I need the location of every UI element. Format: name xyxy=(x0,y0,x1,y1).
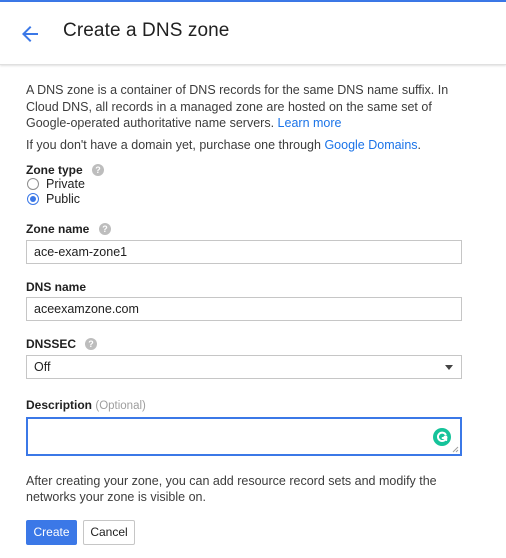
caret-down-icon xyxy=(445,365,453,370)
domains-note: If you don't have a domain yet, purchase… xyxy=(26,137,466,153)
radio-private-label: Private xyxy=(46,177,85,191)
dns-name-label-row: DNS name xyxy=(26,280,86,294)
zone-name-label-row: Zone name ? xyxy=(26,222,111,236)
page-title: Create a DNS zone xyxy=(63,20,230,41)
zone-name-input[interactable]: ace-exam-zone1 xyxy=(26,240,462,264)
dns-name-label: DNS name xyxy=(26,280,87,294)
svg-text:?: ? xyxy=(95,165,101,175)
resize-handle-icon[interactable] xyxy=(452,446,459,453)
footnote-text: After creating your zone, you can add re… xyxy=(26,474,437,504)
dnssec-label-row: DNSSEC ? xyxy=(26,337,98,351)
intro-description: A DNS zone is a container of DNS records… xyxy=(26,83,449,130)
cancel-button[interactable]: Cancel xyxy=(83,520,135,545)
svg-text:?: ? xyxy=(89,339,95,349)
create-button[interactable]: Create xyxy=(26,520,77,545)
arrow-left-icon[interactable] xyxy=(18,22,42,46)
domains-note-text: If you don't have a domain yet, purchase… xyxy=(26,138,321,152)
help-icon[interactable]: ? xyxy=(92,164,105,176)
description-label: Description xyxy=(26,398,93,412)
learn-more-link[interactable]: Learn more xyxy=(278,116,342,130)
zone-type-label: Zone type xyxy=(26,163,83,177)
help-icon[interactable]: ? xyxy=(98,223,111,235)
radio-private[interactable] xyxy=(27,178,39,190)
description-optional-hint: (Optional) xyxy=(95,400,146,412)
dnssec-select[interactable]: Off xyxy=(26,355,462,379)
google-domains-link[interactable]: Google Domains xyxy=(324,138,417,152)
dnssec-selected-value: Off xyxy=(34,360,51,374)
intro-text: A DNS zone is a container of DNS records… xyxy=(26,82,466,132)
domains-note-suffix: . xyxy=(417,138,422,152)
svg-text:?: ? xyxy=(102,224,108,234)
description-textarea[interactable] xyxy=(26,417,462,456)
zone-type-label-row: Zone type ? xyxy=(26,163,105,177)
dnssec-label: DNSSEC xyxy=(26,337,77,351)
help-icon[interactable]: ? xyxy=(85,338,98,350)
grammarly-icon[interactable] xyxy=(433,428,451,446)
dns-name-input[interactable]: aceexamzone.com xyxy=(26,297,462,321)
description-label-row: Description (Optional) xyxy=(26,398,146,412)
radio-public[interactable] xyxy=(27,193,39,205)
radio-public-label: Public xyxy=(46,192,81,206)
page-header: Create a DNS zone xyxy=(0,2,506,65)
zone-name-label: Zone name xyxy=(26,222,90,236)
